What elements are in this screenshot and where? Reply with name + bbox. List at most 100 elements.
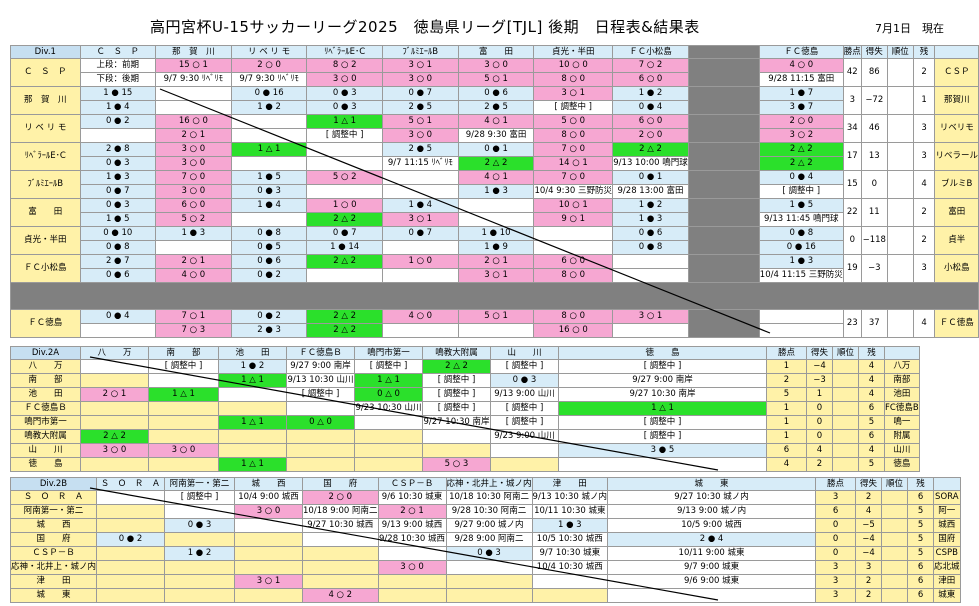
result-cell: 1 ● 15 — [79, 86, 156, 101]
column-header: 城 西 — [234, 477, 304, 491]
column-header — [688, 45, 760, 59]
team-abbr: FC徳島B — [884, 401, 920, 416]
result-cell — [79, 128, 156, 143]
result-cell — [148, 429, 219, 444]
result-cell: [ 調整中 ] — [558, 429, 767, 444]
gap-column — [688, 58, 760, 87]
result-cell — [96, 518, 166, 533]
rank — [881, 560, 909, 575]
points: 6 — [766, 443, 807, 458]
result-cell: 10/18 9:00 阿南二 — [302, 504, 379, 519]
remaining: 6 — [858, 429, 885, 444]
result-cell: 3 ○ 0 — [457, 58, 535, 73]
result-cell: 1 ● 2 — [218, 359, 287, 374]
result-cell — [354, 443, 423, 458]
result-cell: 4 ○ 0 — [381, 309, 459, 324]
result-cell: 3 ● 7 — [758, 100, 844, 115]
result-cell — [218, 387, 287, 402]
points: 1 — [766, 359, 807, 374]
remaining: 3 — [912, 254, 936, 283]
result-cell: 9/7 11:15 ﾘﾍﾞﾘﾓ — [381, 156, 459, 171]
result-cell: 9/13 9:00 城西 — [377, 518, 447, 533]
division-label: Div.2A — [10, 346, 81, 360]
rank — [886, 114, 914, 143]
result-cell: [ 調整中 ] — [164, 490, 236, 505]
result-cell — [302, 560, 379, 575]
result-cell: 2 △ 2 — [457, 156, 535, 171]
result-cell — [230, 128, 308, 143]
result-cell: 0 ● 7 — [79, 184, 156, 199]
remaining: 6 — [907, 560, 935, 575]
result-cell: 2 △ 2 — [306, 254, 383, 269]
result-cell — [306, 142, 383, 157]
result-cell: 1 ○ 0 — [306, 198, 383, 213]
result-cell — [302, 574, 379, 589]
rank — [881, 574, 909, 589]
result-cell: [ 調整中 ] — [306, 128, 383, 143]
team-name: ＦＣ徳島Ｂ — [10, 401, 81, 416]
table-row: 富 田0 ● 36 ○ 01 ● 41 ○ 01 ● 4 10 ○ 11 ● 21… — [10, 198, 979, 227]
result-cell: 8 ○ 0 — [533, 268, 614, 283]
column-header: 城 東 — [607, 477, 817, 491]
result-cell: 1 ● 7 — [758, 86, 844, 101]
result-cell — [381, 170, 459, 185]
team-abbr: 八万 — [884, 359, 920, 374]
result-cell: 9/27 9:00 南岸 — [558, 373, 767, 388]
result-cell — [531, 574, 609, 589]
result-cell: 1 ● 3 — [758, 254, 844, 269]
result-cell: 2 ○ 1 — [80, 387, 149, 402]
result-cell: 1 ● 2 — [612, 86, 690, 101]
result-cell — [302, 532, 379, 547]
remaining: 4 — [858, 359, 885, 374]
result-cell: 10 ○ 1 — [533, 198, 614, 213]
team-name: 城 東 — [9, 588, 98, 603]
points: 22 — [842, 198, 862, 227]
rank — [832, 429, 859, 444]
column-header: 残 — [907, 477, 935, 491]
team-abbr: 鳴一 — [884, 415, 920, 430]
result-cell — [558, 457, 767, 472]
column-header: 得失 — [806, 346, 833, 360]
points: 3 — [842, 86, 862, 115]
result-cell: 5 ○ 2 — [154, 212, 232, 227]
result-cell: [ 調整中 ] — [422, 387, 491, 402]
remaining: 1 — [912, 86, 936, 115]
result-cell: 9/13 9:00 山川 — [490, 387, 559, 402]
goal-diff: −72 — [860, 86, 888, 115]
result-cell: 0 ● 3 — [79, 198, 156, 213]
team-abbr: 富田 — [934, 198, 979, 227]
result-cell: 1 ● 3 — [612, 212, 690, 227]
team-name: 徳 島 — [10, 457, 81, 472]
result-cell: [ 調整中 ] — [490, 415, 559, 430]
points: 0 — [815, 546, 857, 561]
result-cell — [230, 212, 308, 227]
column-header: 山 川 — [490, 346, 559, 360]
result-cell: 9/27 10:30 南岸 — [558, 387, 767, 402]
result-cell: 2 ○ 0 — [758, 114, 844, 129]
result-cell: 0 ● 2 — [79, 114, 156, 129]
goal-diff: 4 — [855, 504, 883, 519]
team-abbr: 徳島 — [884, 457, 920, 472]
team-name: Ｓ Ｏ Ｒ Ａ — [9, 490, 98, 505]
result-cell — [154, 100, 232, 115]
team-name: 八 万 — [10, 359, 81, 374]
points: 4 — [766, 457, 807, 472]
result-cell: 8 ○ 0 — [533, 128, 614, 143]
result-cell — [164, 574, 236, 589]
result-cell: 9/28 9:00 阿南二 — [445, 532, 533, 547]
result-cell: 10 ○ 0 — [533, 58, 614, 73]
column-header: 貞光・半田 — [533, 45, 614, 59]
result-cell: 2 ● 5 — [381, 100, 459, 115]
remaining: 4 — [858, 387, 885, 402]
result-cell: 2 △ 2 — [80, 429, 149, 444]
remaining: 5 — [907, 532, 935, 547]
result-cell: 3 ○ 1 — [381, 58, 459, 73]
result-cell: 9/13 10:00 鳴門球 — [612, 156, 690, 171]
result-cell — [164, 560, 236, 575]
remaining: 6 — [907, 574, 935, 589]
rank — [886, 198, 914, 227]
table-row: 0 ● 73 ○ 00 ● 3 1 ● 3 10/4 9:30 三野防災 9/28 1… — [11, 184, 979, 199]
result-cell: 9/7 9:30 ﾘﾍﾞﾘﾓ — [154, 72, 232, 87]
result-cell — [234, 546, 304, 561]
result-cell — [377, 588, 447, 603]
